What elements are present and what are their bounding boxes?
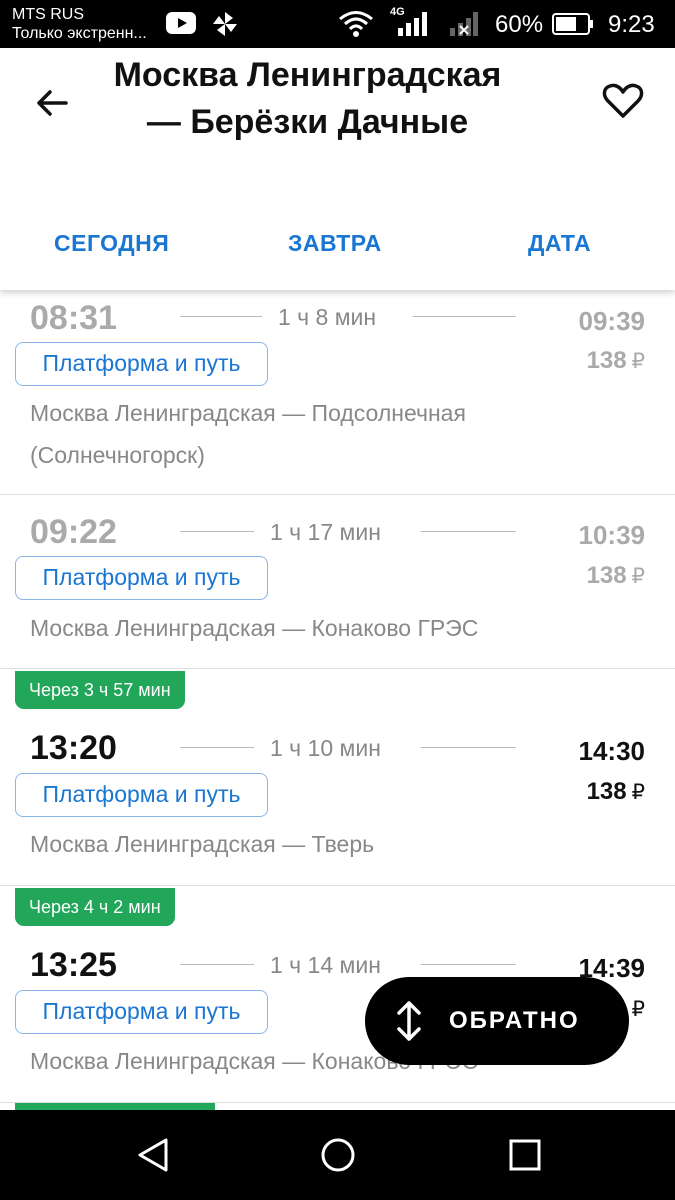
platform-button[interactable]: Платформа и путь (15, 773, 268, 817)
duration: 1 ч 17 мин (270, 519, 381, 545)
price-value: 138 (586, 347, 627, 374)
system-nav-bar (0, 1110, 675, 1200)
duration-line-right (421, 531, 516, 532)
price: 138 ₽ (587, 562, 645, 590)
ruble-sign: ₽ (631, 998, 645, 1021)
price: 138 ₽ (587, 347, 645, 375)
duration-line-right (421, 747, 516, 748)
departure-time: 13:25 (30, 946, 117, 984)
price: 138 ₽ (587, 778, 645, 806)
ruble-sign: ₽ (631, 350, 645, 373)
price-value: 138 (586, 562, 627, 589)
swap-vertical-icon (397, 1001, 421, 1041)
route: Москва Ленинградская — Тверь (30, 831, 375, 857)
duration-line-right (413, 316, 516, 317)
wifi-icon (339, 11, 373, 37)
clock: 9:23 (608, 11, 655, 38)
ruble-sign: ₽ (631, 781, 645, 804)
ruble-sign: ₽ (631, 565, 645, 588)
platform-button[interactable]: Платформа и путь (15, 556, 268, 600)
platform-button[interactable]: Платформа и путь (15, 990, 268, 1034)
price: ₽ (627, 995, 645, 1023)
tab-date[interactable]: ДАТА (528, 230, 591, 257)
battery-percent: 60% (495, 11, 544, 38)
duration-line-left (180, 531, 254, 532)
route: Москва Ленинградская — Конаково ГРЭС (30, 615, 479, 641)
tab-today[interactable]: СЕГОДНЯ (54, 230, 169, 257)
departure-time: 08:31 (30, 299, 117, 337)
departure-time: 13:20 (30, 729, 117, 767)
train-item[interactable]: Через 3 ч 57 мин 13:20 1 ч 10 мин 14:30 … (0, 669, 675, 886)
arrival-time: 09:39 (578, 306, 646, 336)
duration: 1 ч 8 мин (278, 304, 377, 330)
heart-icon[interactable] (600, 78, 646, 124)
signal-no-sim-icon (450, 12, 478, 36)
page-title: Москва Ленинградская — Берёзки Дачные (113, 56, 502, 141)
duration-line-left (180, 964, 254, 965)
train-item[interactable]: 09:22 1 ч 17 мин 10:39 Платформа и путь … (0, 495, 675, 669)
next-item-badge (15, 1103, 215, 1110)
arrival-time: 10:39 (578, 520, 646, 550)
pinwheel-icon (213, 12, 237, 36)
duration-line-right (421, 964, 516, 965)
status-bar: MTS RUS Только экстренн... 4G 60% 9:23 (0, 0, 675, 48)
arrival-time: 14:30 (578, 736, 646, 766)
price-value: 138 (586, 778, 627, 805)
duration: 1 ч 10 мин (270, 735, 381, 761)
header: Москва Ленинградская — Берёзки Дачные СЕ… (0, 48, 675, 290)
reverse-direction-label: ОБРАТНО (449, 1007, 580, 1034)
time-until-badge: Через 3 ч 57 мин (15, 671, 185, 709)
carrier-name: MTS RUS (12, 6, 84, 23)
reverse-direction-button[interactable]: ОБРАТНО (365, 977, 629, 1065)
train-item[interactable]: 08:31 1 ч 8 мин 09:39 Платформа и путь 1… (0, 290, 675, 495)
route: Москва Ленинградская — Подсолнечная (Сол… (30, 400, 466, 468)
signal-icon (398, 12, 427, 36)
youtube-icon (166, 12, 196, 34)
back-arrow-icon[interactable] (30, 80, 76, 126)
battery-icon (552, 13, 593, 35)
carrier-status: Только экстренн... (12, 25, 147, 42)
home-circle-icon[interactable] (313, 1130, 363, 1180)
duration-line-left (180, 316, 262, 317)
tab-tomorrow[interactable]: ЗАВТРА (288, 230, 382, 257)
back-triangle-icon[interactable] (128, 1130, 178, 1180)
recents-square-icon[interactable] (500, 1130, 550, 1180)
duration-line-left (180, 747, 254, 748)
duration: 1 ч 14 мин (270, 952, 381, 978)
departure-time: 09:22 (30, 513, 117, 551)
platform-button[interactable]: Платформа и путь (15, 342, 268, 386)
time-until-badge: Через 4 ч 2 мин (15, 888, 175, 926)
